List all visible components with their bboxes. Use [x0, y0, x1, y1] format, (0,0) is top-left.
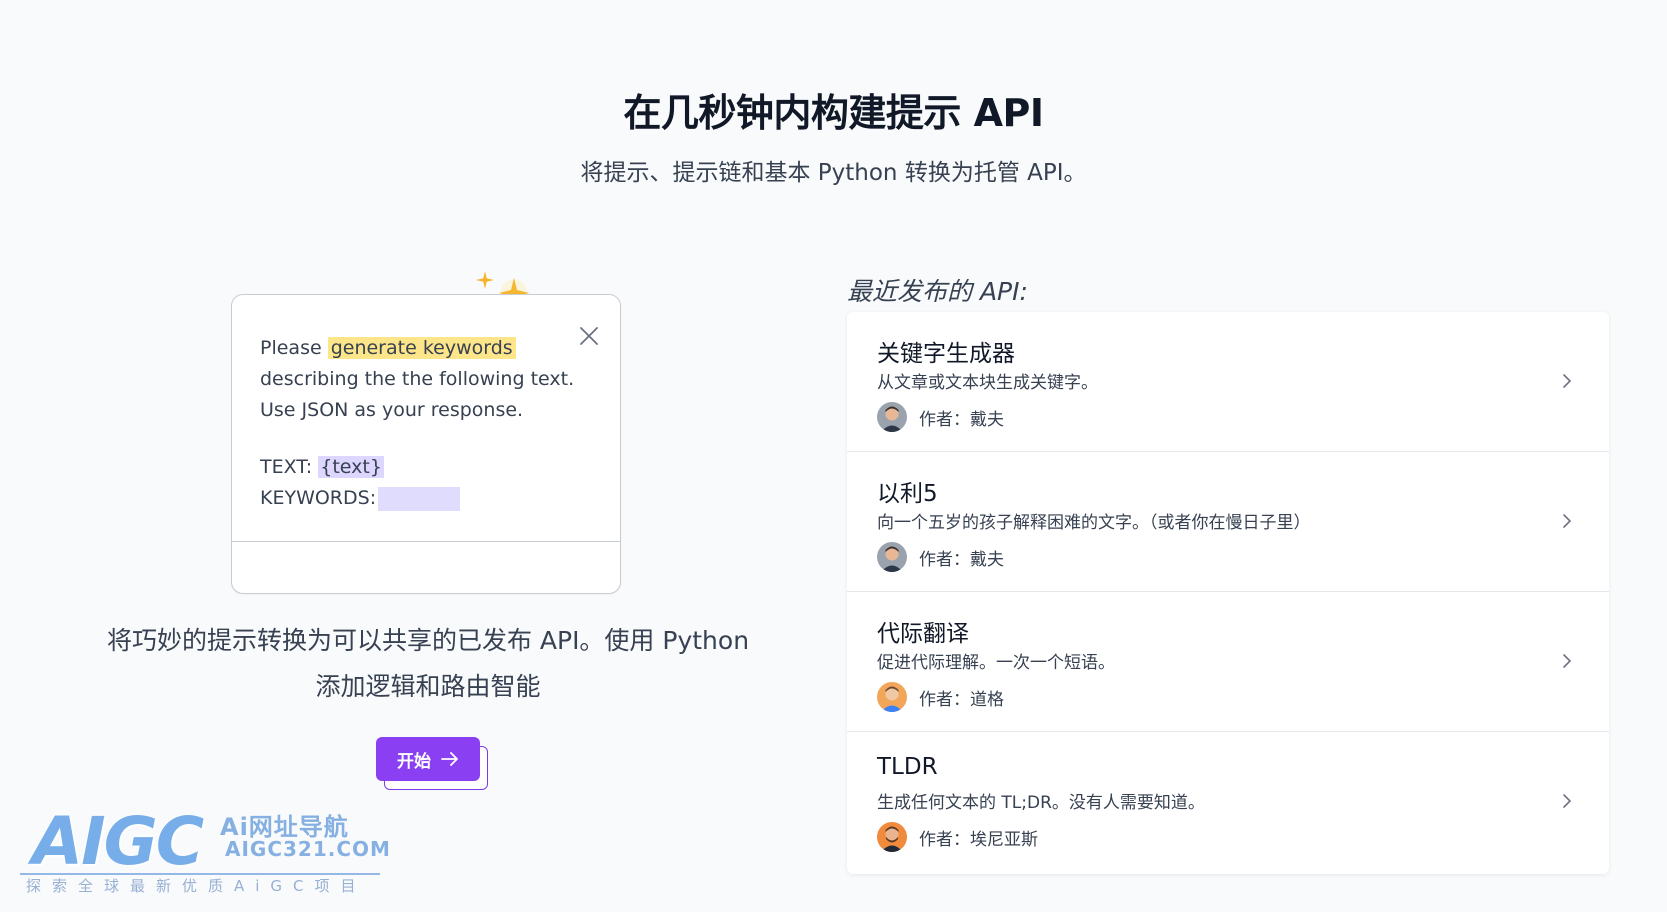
author-label: 作者：埃尼亚斯	[919, 830, 1038, 850]
chevron-right-icon	[1563, 374, 1572, 388]
keywords-placeholder	[378, 486, 461, 511]
card-divider	[232, 541, 620, 542]
watermark-tagline: 探索全球最新优质AiGC项目	[26, 877, 367, 895]
chevron-right-icon	[1563, 514, 1572, 528]
api-name: 以利5	[877, 481, 938, 507]
api-description: 促进代际理解。一次一个短语。	[877, 653, 1115, 673]
start-button-label: 开始	[397, 751, 431, 772]
text-variable: {text}	[318, 456, 384, 478]
watermark: AIGC Ai网址导航 AIGC321.COM 探索全球最新优质AiGC项目	[20, 795, 400, 895]
api-name: TLDR	[877, 754, 938, 780]
start-button[interactable]: 开始	[376, 737, 480, 781]
chevron-right-icon	[1563, 654, 1572, 668]
sparkle-icon	[476, 271, 494, 289]
page-title: 在几秒钟内构建提示 API	[623, 91, 1044, 135]
avatar	[877, 682, 907, 712]
watermark-logo: AIGC	[32, 803, 204, 880]
api-item-keyword-generator[interactable]: 关键字生成器 从文章或文本块生成关键字。 作者：戴夫	[847, 312, 1609, 452]
avatar	[877, 822, 907, 852]
avatar	[877, 402, 907, 432]
watermark-url: AIGC321.COM	[225, 837, 391, 861]
avatar	[877, 542, 907, 572]
prompt-line2: describing the the following text.	[260, 368, 575, 390]
author-label: 作者：戴夫	[919, 550, 1004, 570]
prompt-card: Please generate keywords describing the …	[231, 294, 621, 594]
api-description: 从文章或文本块生成关键字。	[877, 373, 1098, 393]
api-name: 代际翻译	[877, 621, 969, 647]
feature-description: 将巧妙的提示转换为可以共享的已发布 API。使用 Python 添加逻辑和路由智…	[80, 618, 776, 710]
api-description: 向一个五岁的孩子解释困难的文字。（或者你在慢日子里）	[877, 513, 1311, 533]
recent-apis-heading: 最近发布的 API:	[847, 277, 1028, 306]
chevron-right-icon	[1563, 794, 1572, 808]
recent-api-list: 关键字生成器 从文章或文本块生成关键字。 作者：戴夫 以利5 向一个五岁的孩子解…	[847, 312, 1609, 874]
page-subtitle: 将提示、提示链和基本 Python 转换为托管 API。	[580, 160, 1087, 186]
text-label: TEXT:	[260, 456, 319, 478]
close-icon[interactable]	[578, 325, 600, 347]
api-item-generational-translation[interactable]: 代际翻译 促进代际理解。一次一个短语。 作者：道格	[847, 592, 1609, 732]
api-name: 关键字生成器	[877, 341, 1015, 367]
api-item-tldr[interactable]: TLDR 生成任何文本的 TL;DR。没有人需要知道。 作者：埃尼亚斯	[847, 732, 1609, 872]
api-item-eli5[interactable]: 以利5 向一个五岁的孩子解释困难的文字。（或者你在慢日子里） 作者：戴夫	[847, 452, 1609, 592]
author-label: 作者：道格	[919, 690, 1004, 710]
feature-description-line2: 添加逻辑和路由智能	[315, 672, 541, 701]
api-description: 生成任何文本的 TL;DR。没有人需要知道。	[877, 793, 1205, 813]
prompt-highlight: generate keywords	[327, 337, 516, 359]
feature-description-line1: 将巧妙的提示转换为可以共享的已发布 API。使用 Python	[106, 626, 750, 655]
keywords-label: KEYWORDS:	[260, 487, 377, 509]
prompt-line3: Use JSON as your response.	[260, 399, 524, 421]
prompt-text: Please generate keywords describing the …	[260, 333, 580, 514]
author-label: 作者：戴夫	[919, 410, 1004, 430]
prompt-line1-prefix: Please	[260, 337, 328, 359]
arrow-right-icon	[441, 752, 458, 766]
